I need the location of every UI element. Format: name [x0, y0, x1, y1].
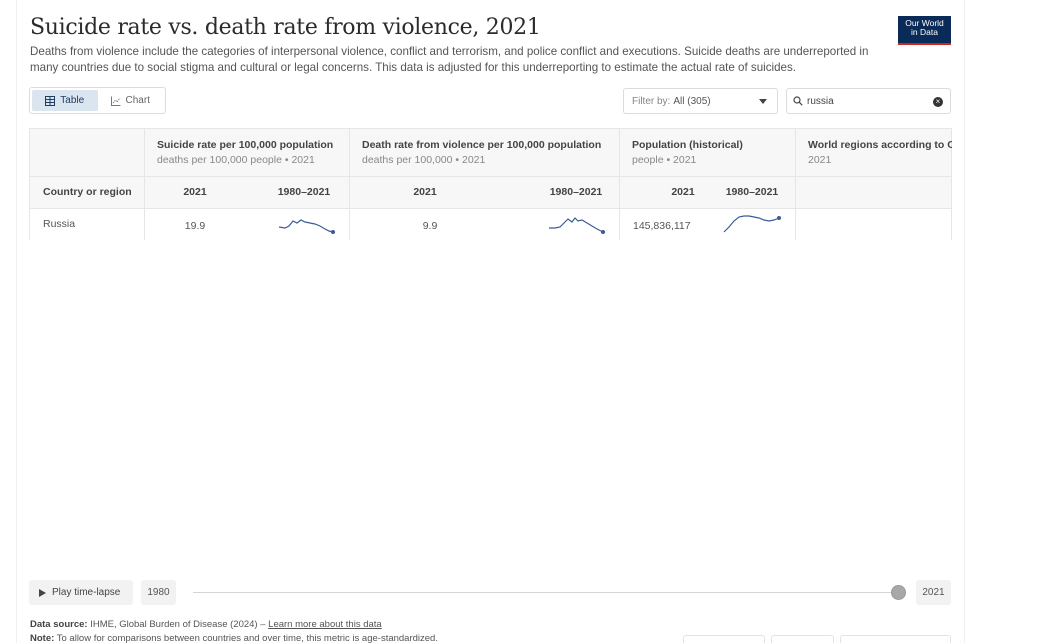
- timeline-handle[interactable]: [891, 585, 906, 600]
- column-header[interactable]: Death rate from violence per 100,000 pop…: [362, 139, 601, 151]
- search-input[interactable]: [807, 95, 927, 107]
- divider: [619, 129, 620, 240]
- range-column-header[interactable]: 1980–2021: [717, 186, 787, 198]
- footer-button[interactable]: [840, 635, 951, 643]
- country-name: Russia: [43, 218, 76, 230]
- chevron-down-icon: [759, 99, 767, 104]
- page-title: Suicide rate vs. death rate from violenc…: [30, 15, 541, 40]
- violence-sparkline: [549, 217, 605, 234]
- search-box: ×: [786, 88, 951, 114]
- source-text: IHME, Global Burden of Disease (2024) –: [90, 619, 266, 630]
- column-header[interactable]: Population (historical): [632, 139, 743, 151]
- start-year-button[interactable]: 1980: [141, 580, 176, 605]
- page-subtitle: Deaths from violence include the categor…: [30, 45, 869, 74]
- play-icon: [39, 588, 46, 597]
- data-source-line: Data source: IHME, Global Burden of Dise…: [30, 619, 382, 630]
- play-label: Play time-lapse: [52, 587, 121, 598]
- logo-line-2: in Data: [911, 27, 938, 37]
- filter-dropdown[interactable]: Filter by: All (305): [623, 88, 778, 114]
- footer-button[interactable]: [771, 635, 834, 643]
- chart-tab-label: Chart: [125, 95, 150, 106]
- play-timelapse-button[interactable]: Play time-lapse: [29, 580, 133, 605]
- population-value: 145,836,117: [633, 220, 691, 232]
- learn-more-link[interactable]: Learn more about this data: [268, 619, 382, 630]
- year-column-header[interactable]: 2021: [652, 186, 714, 198]
- footer-button[interactable]: [683, 635, 765, 643]
- country-column-header[interactable]: Country or region: [43, 186, 132, 198]
- chart-tab[interactable]: Chart: [98, 90, 164, 111]
- column-subheader: people • 2021: [632, 154, 697, 166]
- column-subheader: 2021: [808, 154, 832, 166]
- note-line: Note: To allow for comparisons between c…: [30, 633, 438, 643]
- source-label: Data source:: [30, 619, 88, 630]
- column-subheader: deaths per 100,000 • 2021: [362, 154, 486, 166]
- column-header[interactable]: Suicide rate per 100,000 population: [157, 139, 333, 151]
- view-toggle: Table Chart: [29, 87, 166, 114]
- filter-value: All (305): [673, 95, 711, 107]
- divider: [29, 208, 952, 209]
- note-text: To allow for comparisons between countri…: [56, 633, 438, 643]
- divider: [29, 129, 30, 240]
- divider: [795, 129, 796, 240]
- suicide-rate-value: 19.9: [184, 220, 206, 232]
- column-subheader: deaths per 100,000 people • 2021: [157, 154, 315, 166]
- clear-search-icon[interactable]: ×: [933, 97, 943, 107]
- divider: [144, 129, 145, 240]
- search-icon: [793, 96, 803, 106]
- year-column-header[interactable]: 2021: [394, 186, 456, 198]
- timeline-track[interactable]: [193, 592, 899, 593]
- column-header[interactable]: World regions according to OWID: [808, 139, 952, 151]
- suicide-sparkline: [278, 219, 335, 234]
- violence-rate-value: 9.9: [422, 220, 438, 232]
- divider: [29, 176, 952, 177]
- note-label: Note:: [30, 633, 55, 643]
- population-sparkline: [723, 215, 781, 233]
- table-icon: [45, 95, 56, 106]
- divider: [349, 129, 350, 240]
- owid-logo[interactable]: Our World in Data: [898, 16, 951, 45]
- year-column-header[interactable]: 2021: [164, 186, 226, 198]
- range-column-header[interactable]: 1980–2021: [269, 186, 339, 198]
- table-tab[interactable]: Table: [32, 90, 98, 111]
- range-column-header[interactable]: 1980–2021: [541, 186, 611, 198]
- chart-icon: [110, 96, 121, 106]
- table-tab-label: Table: [60, 95, 85, 106]
- data-table: Suicide rate per 100,000 population deat…: [29, 128, 952, 240]
- filter-prefix: Filter by:: [632, 95, 671, 107]
- end-year-button[interactable]: 2021: [916, 580, 951, 605]
